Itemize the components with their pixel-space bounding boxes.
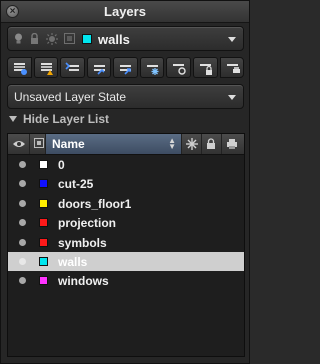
layer-row[interactable]: doors_floor1 <box>8 194 244 213</box>
frame-icon <box>64 33 75 47</box>
layer-visibility-toggle[interactable] <box>19 257 26 265</box>
hide-layer-list-toggle[interactable]: Hide Layer List <box>9 112 109 128</box>
disclosure-triangle-icon <box>9 116 17 122</box>
layer-color-swatch[interactable] <box>39 256 48 266</box>
layer-row[interactable]: windows <box>8 271 244 290</box>
current-layer-dropdown[interactable]: walls <box>7 26 244 51</box>
plot-layer-icon <box>226 64 240 73</box>
layer-row[interactable]: 0 <box>8 155 244 174</box>
layer-visibility-toggle[interactable] <box>19 277 26 285</box>
layer-row[interactable]: projection <box>8 213 244 232</box>
isolate-layer-button[interactable] <box>60 57 85 78</box>
freeze-column-header[interactable] <box>182 134 202 154</box>
printer-icon <box>227 139 237 149</box>
current-layer-name: walls <box>98 32 130 47</box>
layers-panel: × Layers walls Unsaved Layer State Hide … <box>0 0 250 364</box>
layer-visibility-toggle[interactable] <box>19 199 26 207</box>
freeze-vp-icon <box>146 65 159 75</box>
layer-name: doors_floor1 <box>58 196 132 211</box>
plot-column-header[interactable] <box>222 134 244 154</box>
layer-name: walls <box>58 254 88 269</box>
sun-icon <box>46 33 58 48</box>
layer-rows: 0 cut-25 doors_floor1 projection symbols wall… <box>8 155 244 291</box>
plot-layer-button[interactable] <box>219 57 245 78</box>
layer-toolbar <box>7 57 245 79</box>
panel-title: Layers <box>104 4 146 19</box>
layer-state-dropdown[interactable]: Unsaved Layer State <box>7 84 244 109</box>
off-layer-icon <box>173 64 187 75</box>
new-layer-button[interactable] <box>7 57 32 78</box>
layer-color-swatch[interactable] <box>39 218 48 228</box>
layer-state-value: Unsaved Layer State <box>14 90 127 104</box>
freeze-vp-button[interactable] <box>139 57 165 78</box>
match-layer-icon <box>93 65 105 75</box>
previous-layer-button[interactable] <box>113 57 138 78</box>
layer-name: 0 <box>58 158 65 172</box>
layer-color-swatch[interactable] <box>39 276 48 286</box>
layer-name: cut-25 <box>58 177 94 192</box>
layer-row[interactable]: symbols <box>8 233 244 252</box>
layer-color-swatch[interactable] <box>39 237 48 247</box>
layer-visibility-toggle[interactable] <box>19 180 26 188</box>
eye-icon <box>13 141 25 147</box>
off-layer-button[interactable] <box>166 57 191 78</box>
color-column-icon <box>34 138 44 148</box>
sort-arrows-icon: ▲ ▼ <box>168 136 176 151</box>
chevron-down-icon <box>228 37 236 42</box>
layer-color-swatch[interactable] <box>39 198 48 208</box>
visibility-column-header[interactable] <box>8 134 30 154</box>
lock-layer-button[interactable] <box>192 57 218 78</box>
layer-visibility-toggle[interactable] <box>19 219 26 227</box>
layer-color-swatch <box>82 34 92 44</box>
chevron-down-icon <box>228 95 236 100</box>
layer-color-swatch[interactable] <box>39 179 48 189</box>
hide-layer-list-label: Hide Layer List <box>23 112 110 126</box>
freeze-layer-icon <box>40 63 53 75</box>
layer-visibility-toggle[interactable] <box>19 161 26 168</box>
match-layer-button[interactable] <box>86 57 112 78</box>
new-layer-icon <box>14 63 27 75</box>
previous-layer-icon <box>120 65 132 75</box>
lock-icon <box>207 138 215 149</box>
layer-row[interactable]: walls <box>8 251 244 272</box>
name-column-label: Name <box>52 137 85 151</box>
lock-icon <box>30 32 39 48</box>
layer-name: projection <box>58 216 117 231</box>
layer-row[interactable]: cut-25 <box>8 174 244 193</box>
snowflake-icon <box>186 138 198 150</box>
isolate-layer-icon <box>65 62 80 71</box>
lock-layer-icon <box>199 64 212 75</box>
layer-list: Name ▲ ▼ 0 cut-25 doors_floor1 projection sym… <box>7 133 245 357</box>
lightbulb-icon <box>14 33 23 48</box>
color-column-header[interactable] <box>30 134 46 154</box>
layer-color-swatch[interactable] <box>39 160 48 169</box>
layer-list-header: Name ▲ ▼ <box>8 134 244 155</box>
freeze-layer-button[interactable] <box>33 57 59 78</box>
lock-column-header[interactable] <box>202 134 222 154</box>
layer-name: windows <box>58 274 109 289</box>
layer-name: symbols <box>58 235 107 250</box>
layer-visibility-toggle[interactable] <box>19 238 26 246</box>
title-bar: × Layers <box>1 1 249 23</box>
name-column-header[interactable]: Name ▲ ▼ <box>46 134 182 154</box>
